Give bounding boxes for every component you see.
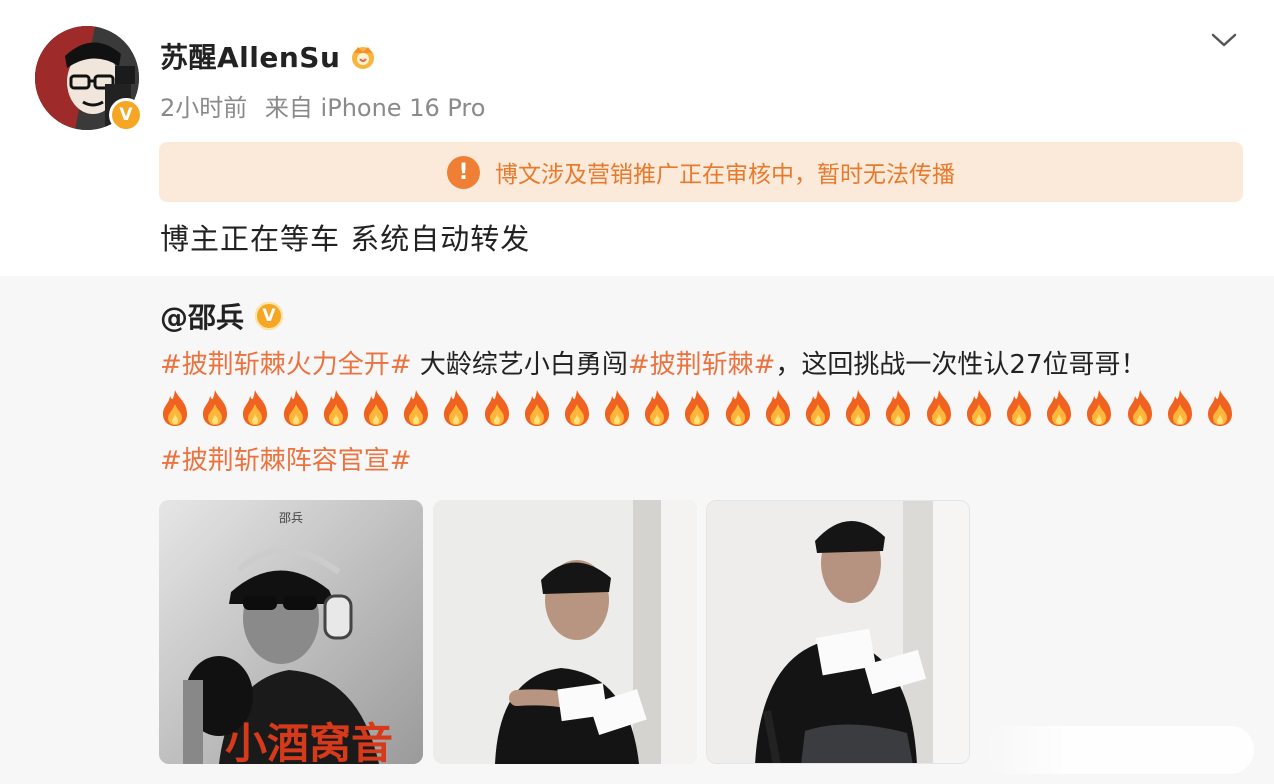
chevron-down-icon[interactable] — [1210, 30, 1238, 50]
fire-icon — [243, 390, 268, 426]
photo-caption-bottom: 小酒窝音 — [225, 719, 393, 764]
fire-icon — [444, 390, 469, 426]
repost-author-row: @邵兵 V — [160, 296, 287, 336]
repost-photo-2[interactable] — [433, 500, 697, 764]
fire-icon — [1087, 390, 1112, 426]
review-notice-banner: ! 博文涉及营销推广正在审核中，暂时无法传播 — [159, 142, 1243, 202]
hashtag-link[interactable]: #披荆斩棘阵容官宣# — [160, 446, 412, 476]
photo-caption-top: 邵兵 — [279, 511, 303, 525]
fire-icon — [806, 390, 830, 426]
fire-icon — [363, 390, 388, 426]
fire-icon — [203, 390, 228, 426]
fire-emoji-row — [160, 388, 1235, 428]
fire-icon — [846, 390, 871, 426]
fire-icon — [725, 390, 750, 426]
fire-icon — [484, 390, 509, 426]
fire-icon — [404, 390, 429, 426]
fire-icon — [765, 390, 790, 426]
fire-icon — [323, 390, 348, 426]
fire-icon — [564, 390, 589, 426]
fire-icon — [163, 390, 187, 426]
fire-icon — [605, 390, 630, 426]
author-avatar[interactable]: V — [35, 26, 143, 132]
verified-badge-icon: V — [252, 299, 287, 333]
post-text: 博主正在等车 系统自动转发 — [160, 222, 531, 256]
post-source: 来自 iPhone 16 Pro — [264, 94, 486, 122]
crown-icon — [352, 47, 375, 69]
post-time: 2小时前 — [160, 94, 248, 122]
fire-icon — [685, 390, 710, 426]
post-meta: 2小时前 来自 iPhone 16 Pro — [160, 88, 485, 123]
fire-icon — [886, 390, 911, 426]
verified-badge-icon: V — [109, 98, 143, 132]
watermark-overlay — [984, 726, 1254, 774]
hashtag-link[interactable]: #披荆斩棘火力全开# — [160, 350, 412, 380]
fire-icon — [1006, 390, 1031, 426]
fire-icon — [1047, 390, 1072, 426]
fire-icon — [283, 390, 308, 426]
fire-icon — [645, 390, 670, 426]
hashtag-link[interactable]: #披荆斩棘# — [628, 350, 776, 380]
repost-author[interactable]: @邵兵 — [160, 296, 244, 336]
fire-icon — [524, 390, 549, 426]
fire-icon — [966, 390, 991, 426]
author-name-row: 苏醒AllenSu — [160, 36, 378, 76]
fire-icon — [1167, 390, 1192, 426]
fire-icon — [926, 390, 951, 426]
repost-card[interactable]: @邵兵 V #披荆斩棘火力全开# 大龄综艺小白勇闯#披荆斩棘#，这回挑战一次性认… — [0, 276, 1274, 784]
repost-text: 大龄综艺小白勇闯 — [411, 350, 628, 380]
repost-text-line: #披荆斩棘火力全开# 大龄综艺小白勇闯#披荆斩棘#，这回挑战一次性认27位哥哥！ — [160, 344, 1147, 381]
repost-photo-3[interactable] — [706, 500, 970, 764]
fire-icon — [1207, 390, 1232, 426]
warning-icon: ! — [447, 155, 480, 189]
repost-text: ，这回挑战一次性认27位哥哥！ — [775, 350, 1147, 380]
repost-photo-1[interactable]: 邵兵 小酒窝音 — [159, 500, 423, 764]
review-notice-text: 博文涉及营销推广正在审核中，暂时无法传播 — [495, 162, 955, 188]
author-name[interactable]: 苏醒AllenSu — [160, 36, 340, 76]
fire-icon — [1127, 390, 1152, 426]
repost-hashtag-line: #披荆斩棘阵容官宣# — [160, 440, 412, 477]
